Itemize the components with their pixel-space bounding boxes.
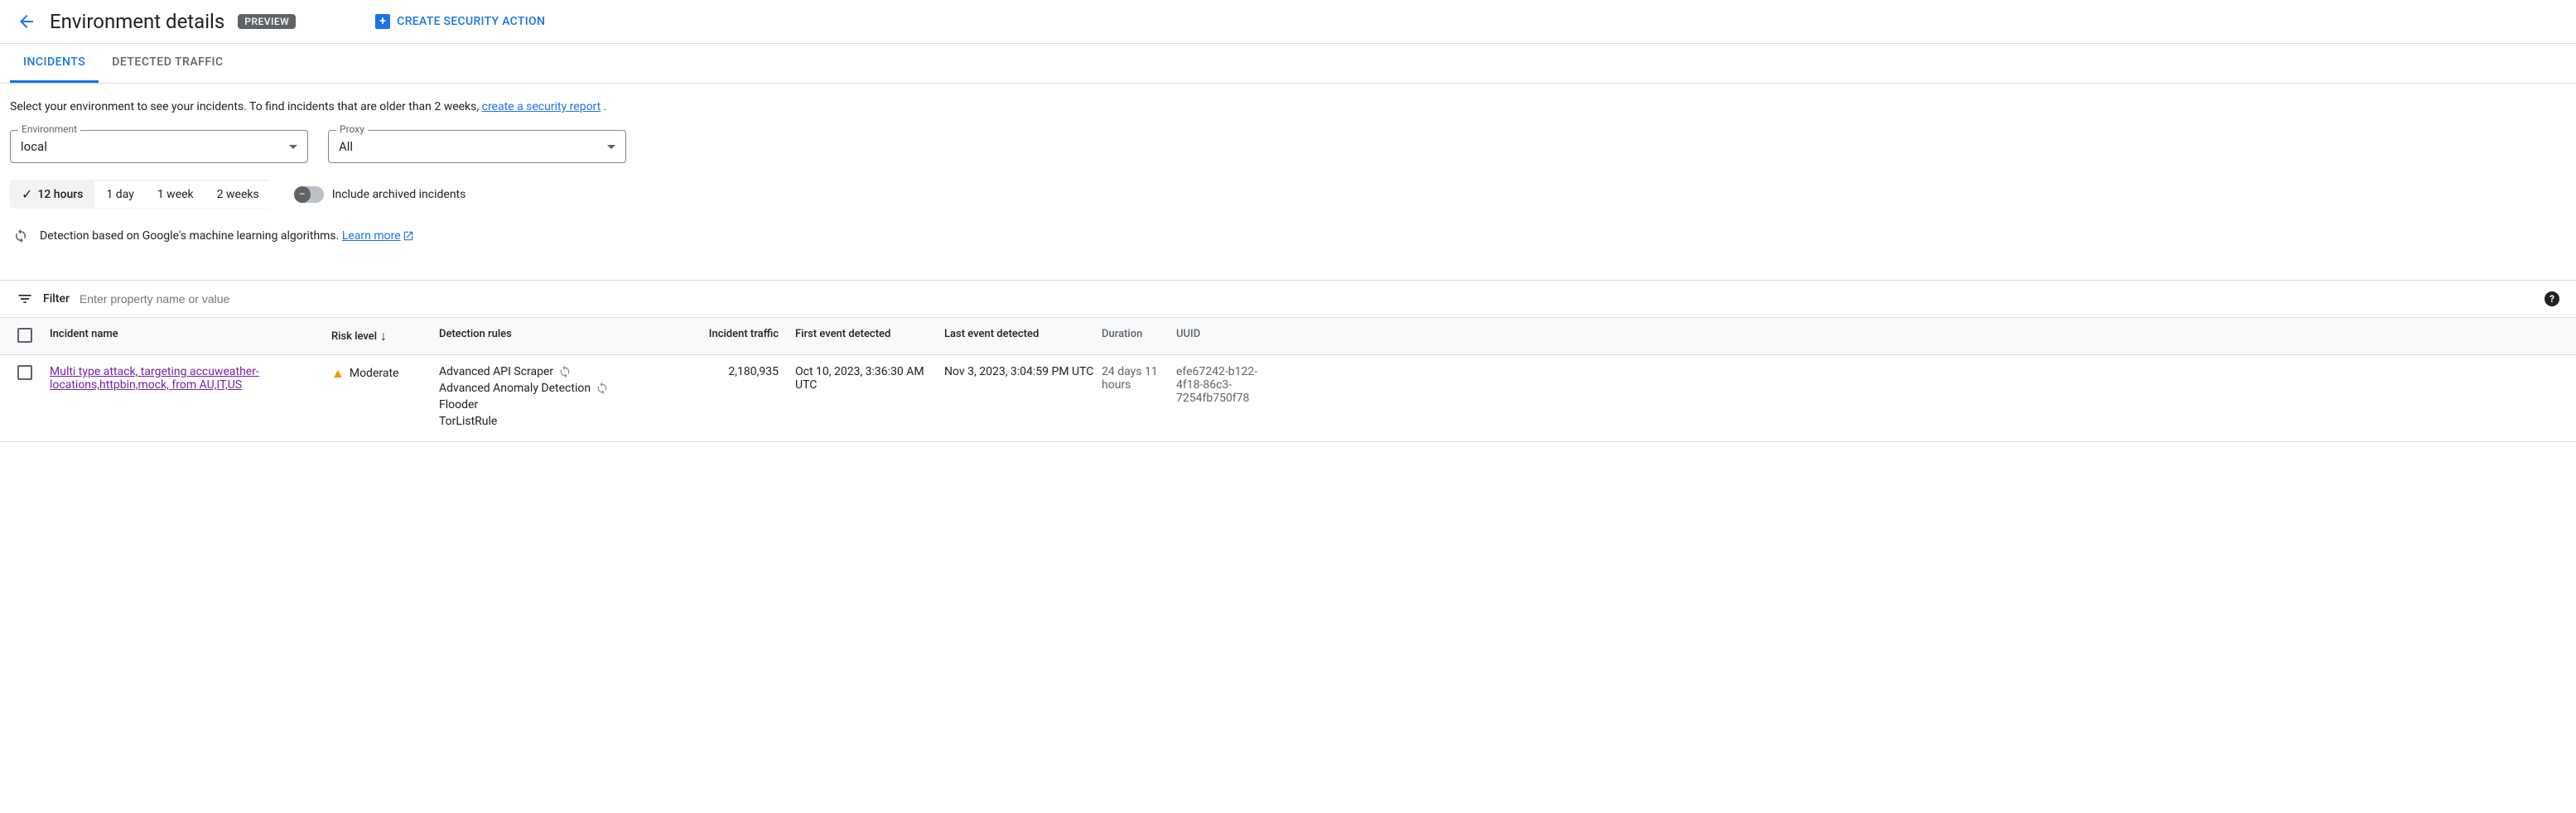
check-icon: ✓	[22, 186, 32, 202]
column-detection-rules[interactable]: Detection rules	[439, 328, 687, 344]
risk-level-value: Moderate	[350, 367, 399, 380]
tab-detected-traffic[interactable]: DETECTED TRAFFIC	[99, 44, 236, 83]
back-arrow-icon[interactable]	[17, 12, 36, 31]
page-title: Environment details	[50, 10, 224, 33]
incident-name-link[interactable]: Multi type attack, targeting accuweather…	[50, 365, 259, 392]
proxy-label: Proxy	[336, 123, 368, 135]
learn-more-link[interactable]: Learn more	[342, 229, 401, 243]
column-duration[interactable]: Duration	[1102, 328, 1176, 344]
include-archived-toggle[interactable]: −	[294, 186, 324, 203]
preview-badge: PREVIEW	[238, 14, 296, 29]
time-range-2-weeks[interactable]: 2 weeks	[205, 181, 271, 208]
column-incident-name[interactable]: Incident name	[50, 328, 331, 344]
tab-incidents[interactable]: INCIDENTS	[10, 44, 99, 83]
toggle-knob-icon: −	[294, 186, 311, 203]
create-action-label: CREATE SECURITY ACTION	[397, 15, 545, 28]
ml-info-text: Detection based on Google's machine lear…	[40, 229, 414, 243]
filter-icon	[17, 291, 33, 307]
chevron-down-icon	[607, 145, 615, 149]
time-range-selector: ✓ 12 hours 1 day 1 week 2 weeks	[10, 180, 271, 209]
time-range-1-day[interactable]: 1 day	[94, 181, 145, 208]
environment-select[interactable]: local	[10, 130, 308, 163]
detection-rule: Advanced Anomaly Detection	[439, 382, 591, 395]
last-event-value: Nov 3, 2023, 3:04:59 PM UTC	[944, 365, 1102, 378]
proxy-select[interactable]: All	[328, 130, 626, 163]
duration-value: 24 days 11 hours	[1102, 365, 1176, 392]
uuid-value: efe67242-b122-4f18-86c3-7254fb750f78	[1176, 365, 1276, 405]
environment-value: local	[21, 139, 47, 154]
table-row: Multi type attack, targeting accuweather…	[0, 355, 2576, 442]
detection-rule: Flooder	[439, 398, 478, 411]
column-first-event[interactable]: First event detected	[795, 328, 944, 344]
chevron-down-icon	[289, 145, 297, 149]
external-link-icon	[403, 230, 414, 242]
sort-descending-icon: ↓	[380, 328, 387, 344]
time-range-1-week[interactable]: 1 week	[146, 181, 205, 208]
first-event-value: Oct 10, 2023, 3:36:30 AM UTC	[795, 365, 944, 392]
filter-label: Filter	[43, 292, 70, 305]
incident-traffic-value: 2,180,935	[687, 365, 795, 378]
select-all-checkbox[interactable]	[17, 328, 32, 343]
column-incident-traffic[interactable]: Incident traffic	[687, 328, 795, 344]
warning-icon: ▲	[331, 365, 345, 382]
create-security-action-button[interactable]: + CREATE SECURITY ACTION	[375, 14, 545, 29]
ml-rule-icon	[596, 382, 609, 395]
filter-input[interactable]	[80, 292, 2535, 305]
row-checkbox[interactable]	[17, 365, 32, 380]
detection-rule: TorListRule	[439, 415, 497, 428]
time-range-12-hours[interactable]: ✓ 12 hours	[10, 180, 94, 209]
plus-icon: +	[375, 14, 390, 29]
ml-rule-icon	[558, 365, 572, 378]
help-icon[interactable]: ?	[2545, 291, 2559, 306]
column-last-event[interactable]: Last event detected	[944, 328, 1102, 344]
environment-label: Environment	[18, 123, 80, 135]
intro-text: Select your environment to see your inci…	[10, 100, 2566, 113]
create-security-report-link[interactable]: create a security report	[482, 100, 601, 113]
column-risk-level[interactable]: Risk level ↓	[331, 328, 439, 344]
include-archived-label: Include archived incidents	[332, 188, 466, 201]
detection-rule: Advanced API Scraper	[439, 365, 553, 378]
proxy-value: All	[339, 139, 353, 154]
column-uuid[interactable]: UUID	[1176, 328, 1276, 344]
ml-detection-icon	[13, 229, 28, 243]
